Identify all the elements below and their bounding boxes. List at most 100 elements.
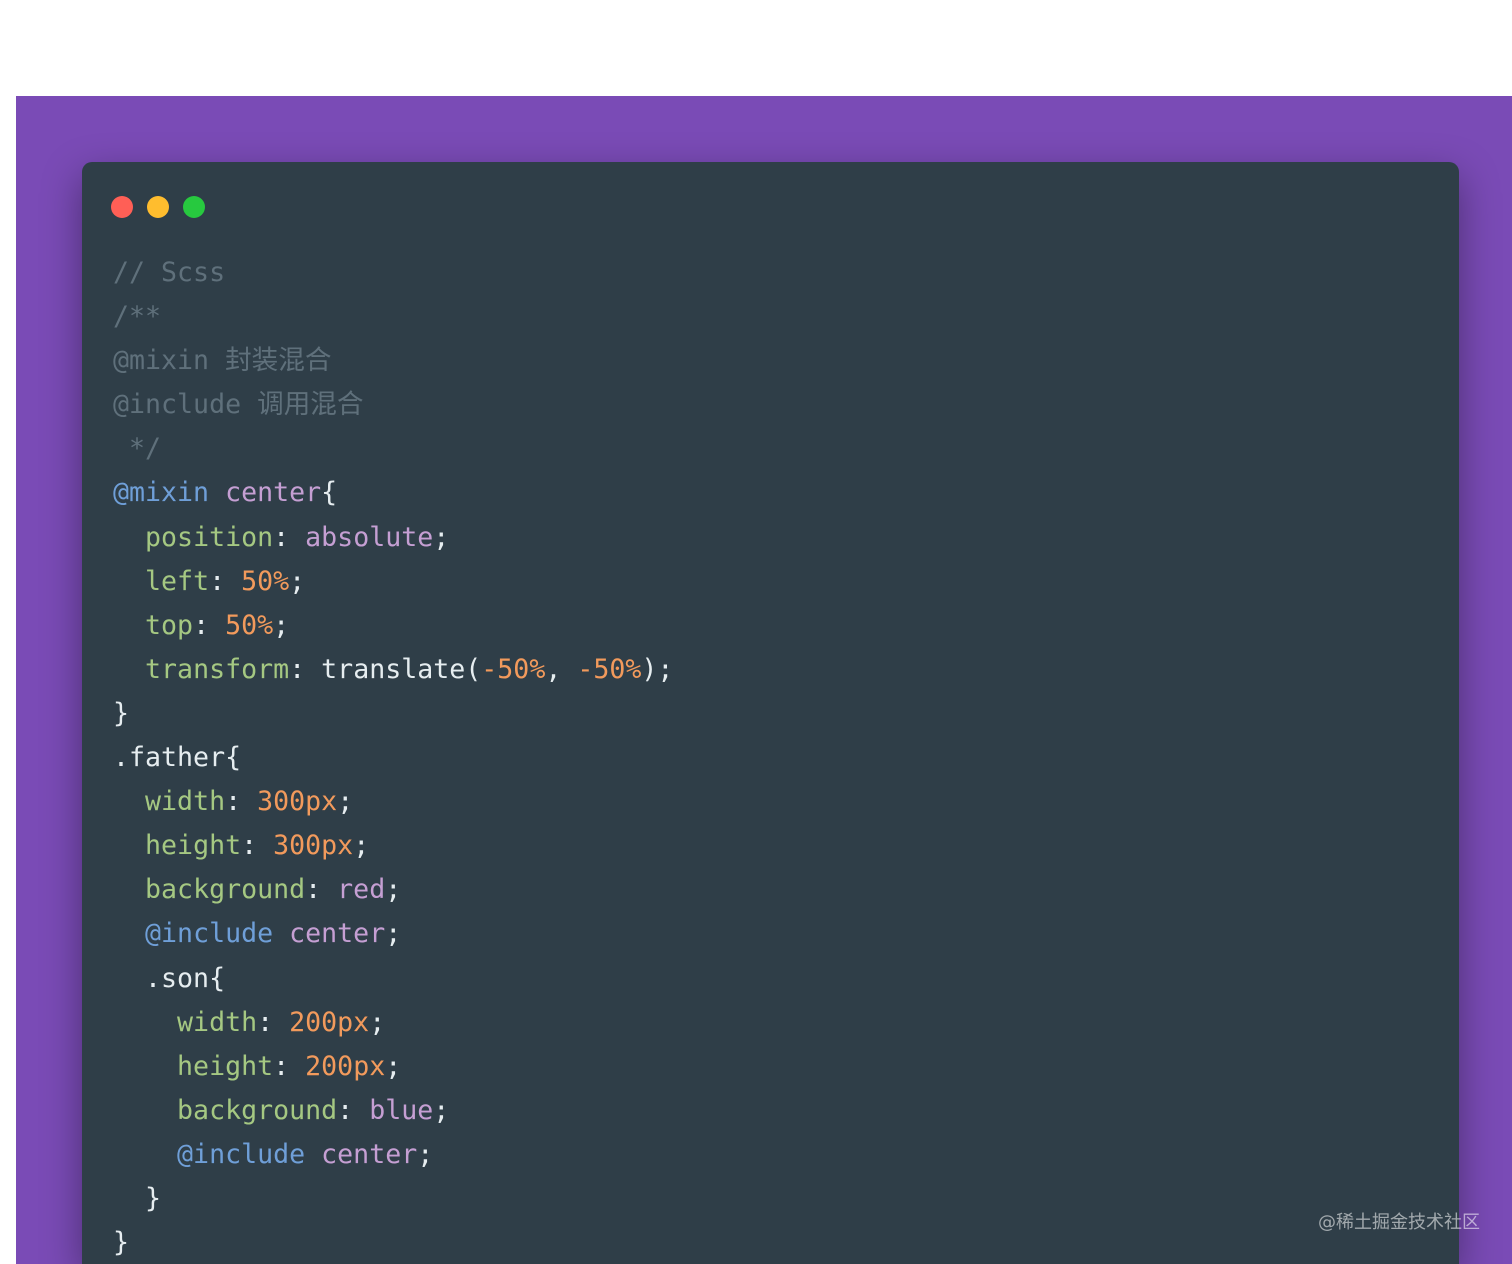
code-token: 200px <box>289 1006 370 1038</box>
code-line: background: blue; <box>113 1089 673 1133</box>
code-token: { <box>321 477 338 509</box>
code-token: 300px <box>257 786 338 818</box>
code-line: transform: translate(-50%, -50%); <box>113 648 673 692</box>
code-token: : <box>225 786 258 818</box>
code-token: .father{ <box>113 742 242 774</box>
code-token: : <box>209 565 242 597</box>
code-token: red <box>337 874 386 906</box>
code-line: .son{ <box>113 957 673 1001</box>
code-token: , <box>545 653 578 685</box>
code-token: ; <box>385 874 402 906</box>
code-token: center <box>225 477 322 509</box>
code-token: translate( <box>321 653 482 685</box>
code-line: // Scss <box>113 251 673 295</box>
code-token: transform <box>145 653 290 685</box>
code-token: // Scss <box>113 257 226 288</box>
zoom-dot <box>183 196 205 218</box>
code-token: ; <box>417 1138 434 1170</box>
code-token: center <box>321 1138 418 1170</box>
code-token: top <box>145 609 194 641</box>
code-token: absolute <box>305 521 434 553</box>
code-line: /** <box>113 295 673 339</box>
code-token: height <box>177 1050 274 1082</box>
code-token: : <box>273 521 306 553</box>
minimize-dot <box>147 196 169 218</box>
code-line: */ <box>113 427 673 471</box>
code-token: ; <box>353 830 370 862</box>
code-token: } <box>113 1182 162 1214</box>
code-token: : <box>273 1050 306 1082</box>
code-line: left: 50%; <box>113 560 673 604</box>
code-token: @include <box>145 918 274 950</box>
code-token: @mixin <box>113 477 210 509</box>
code-line: } <box>113 1177 673 1221</box>
close-dot <box>111 196 133 218</box>
code-token: */ <box>113 433 162 465</box>
code-token: .son{ <box>113 962 226 994</box>
code-line: width: 300px; <box>113 780 673 824</box>
watermark-text: @稀土掘金技术社区 <box>1318 1212 1480 1233</box>
code-token: @mixin 封装混合 <box>113 345 332 377</box>
code-line: width: 200px; <box>113 1001 673 1045</box>
code-token: @include <box>177 1138 306 1170</box>
code-token: 50% <box>241 565 290 597</box>
code-token: left <box>145 565 210 597</box>
code-line: .father{ <box>113 736 673 780</box>
code-token: : <box>241 830 274 862</box>
code-line: height: 200px; <box>113 1045 673 1089</box>
code-token: ); <box>641 653 674 685</box>
code-token: background <box>177 1094 338 1126</box>
code-line: @include center; <box>113 912 673 956</box>
code-line: @include center; <box>113 1133 673 1177</box>
code-token: ; <box>433 1094 450 1126</box>
code-token: : <box>257 1006 290 1038</box>
code-line: @mixin 封装混合 <box>113 339 673 383</box>
code-token: : <box>289 653 322 685</box>
code-line: position: absolute; <box>113 516 673 560</box>
code-line: height: 300px; <box>113 824 673 868</box>
code-token: ; <box>385 1050 402 1082</box>
code-token: ; <box>369 1006 386 1038</box>
code-token: ; <box>337 786 354 818</box>
code-token: center <box>289 918 386 950</box>
code-token: height <box>145 830 242 862</box>
code-token: -50% <box>481 653 546 685</box>
code-line: background: red; <box>113 868 673 912</box>
code-token: ; <box>289 565 306 597</box>
code-token: @include 调用混合 <box>113 389 364 421</box>
code-token: } <box>113 1227 130 1259</box>
code-token: 200px <box>305 1050 386 1082</box>
code-window: // Scss /** @mixin 封装混合 @include 调用混合 */ @mi… <box>82 162 1459 1264</box>
code-block: // Scss /** @mixin 封装混合 @include 调用混合 */ @mi… <box>113 251 673 1264</box>
code-token: blue <box>369 1094 434 1126</box>
code-line: } <box>113 1221 673 1264</box>
code-token: background <box>145 874 306 906</box>
code-line: @include 调用混合 <box>113 383 673 427</box>
code-token: : <box>193 609 226 641</box>
code-token: 50% <box>225 609 274 641</box>
code-token: width <box>177 1006 258 1038</box>
code-token: } <box>113 697 130 729</box>
code-token: : <box>305 874 338 906</box>
code-token: ; <box>273 609 290 641</box>
code-token: 300px <box>273 830 354 862</box>
code-line: @mixin center{ <box>113 471 673 515</box>
code-token: position <box>145 521 274 553</box>
code-token: ; <box>385 918 402 950</box>
code-line: } <box>113 692 673 736</box>
code-token: width <box>145 786 226 818</box>
